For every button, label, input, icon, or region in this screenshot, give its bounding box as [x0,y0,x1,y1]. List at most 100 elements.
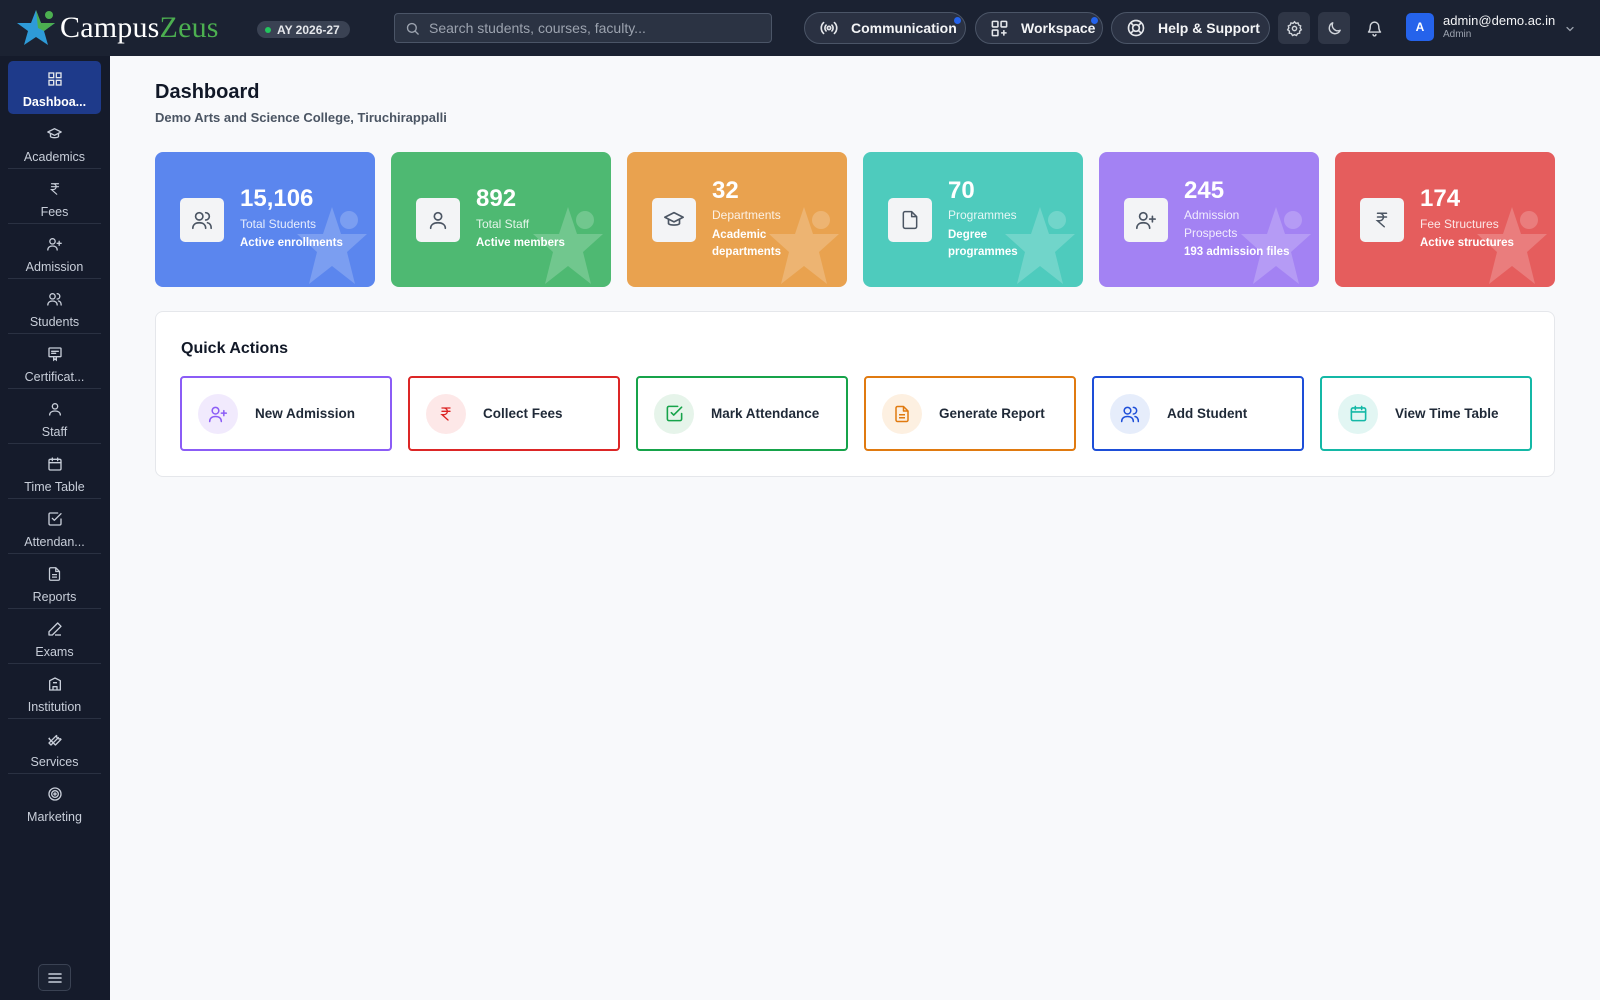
pen-icon [47,620,63,638]
dashboard-icon [47,70,63,88]
rupee-icon [1360,198,1404,242]
workspace-label: Workspace [1021,20,1096,36]
user-icon [416,198,460,242]
help-support-label: Help & Support [1158,20,1260,36]
sidebar-item-exams[interactable]: Exams [8,611,101,664]
building-icon [47,675,63,693]
sidebar-item-label: Fees [40,205,69,219]
rupee-icon [426,393,466,434]
search-icon [406,22,419,35]
sidebar-item-label: Reports [32,590,77,604]
logo-text-zeus: Zeus [159,11,219,44]
logo-star-icon [17,10,55,45]
calendar-icon [47,455,63,473]
user-icon [47,400,63,418]
logo-watermark-icon [533,207,603,284]
sidebar-item-fees[interactable]: Fees [8,171,101,224]
stat-card-programmes[interactable]: 70 Programmes Degree programmes [863,152,1083,287]
sidebar-item-label: Academics [23,150,86,164]
wrench-icon [47,730,63,748]
search-box [394,13,772,43]
stat-card-departments[interactable]: 32 Departments Academic departments [627,152,847,287]
communication-button[interactable]: Communication [804,12,966,44]
user-info: admin@demo.ac.in Admin [1443,14,1555,40]
user-role: Admin [1443,29,1472,40]
view-time-table-button[interactable]: View Time Table [1320,376,1532,451]
sidebar-item-attendance[interactable]: Attendan... [8,501,101,554]
sidebar-item-services[interactable]: Services [8,721,101,774]
logo-watermark-icon [1241,207,1311,284]
sidebar-item-institution[interactable]: Institution [8,666,101,719]
sidebar-item-academics[interactable]: Academics [8,116,101,169]
notification-dot [1091,17,1098,24]
quick-action-label: Add Student [1167,406,1248,421]
notifications-button[interactable] [1358,12,1390,44]
user-plus-icon [46,235,63,253]
add-student-button[interactable]: Add Student [1092,376,1304,451]
sidebar-item-label: Staff [41,425,68,439]
sidebar-item-label: Exams [35,645,74,659]
check-square-icon [47,510,63,528]
sidebar-item-label: Certificat... [24,370,85,384]
top-bar: CampusZeus AY 2026-27 Communication Work… [0,0,1600,56]
user-email: admin@demo.ac.in [1443,13,1556,28]
settings-button[interactable] [1278,12,1310,44]
users-icon [1110,393,1150,434]
stat-card-admission-prospects[interactable]: 245 Admission Prospects 193 admission fi… [1099,152,1319,287]
chevron-down-icon [1566,26,1574,32]
academic-year-label: AY 2026-27 [277,22,340,37]
collect-fees-button[interactable]: Collect Fees [408,376,620,451]
grid-plus-icon [990,19,1009,38]
logo-text-campus: Campus [60,11,160,44]
file-icon [888,198,932,242]
theme-toggle-button[interactable] [1318,12,1350,44]
sidebar-item-time-table[interactable]: Time Table [8,446,101,499]
stat-card-staff[interactable]: 892 Total Staff Active members [391,152,611,287]
avatar: A [1406,13,1434,41]
stat-card-students[interactable]: 15,106 Total Students Active enrollments [155,152,375,287]
logo-watermark-icon [1005,207,1075,284]
sidebar-item-label: Attendan... [24,535,85,549]
lifebuoy-icon [1126,18,1146,38]
user-plus-icon [198,393,238,434]
quick-action-label: Generate Report [939,406,1045,421]
academic-year-badge[interactable]: AY 2026-27 [257,21,350,38]
sidebar-item-staff[interactable]: Staff [8,391,101,444]
workspace-button[interactable]: Workspace [975,12,1103,44]
sidebar-item-label: Institution [27,700,82,714]
logo-watermark-icon [1477,207,1547,284]
logo[interactable]: CampusZeus [16,8,219,48]
user-menu[interactable]: A admin@demo.ac.in Admin [1406,13,1574,41]
sidebar-item-certificates[interactable]: Certificat... [8,336,101,389]
moon-icon [1328,21,1341,34]
graduation-cap-icon [46,125,63,143]
logo-watermark-icon [297,207,367,284]
mark-attendance-button[interactable]: Mark Attendance [636,376,848,451]
user-plus-icon [1124,198,1168,242]
sidebar-item-admission[interactable]: Admission [8,226,101,279]
help-support-button[interactable]: Help & Support [1111,12,1270,44]
page-title: Dashboard [155,81,260,103]
stat-value: 70 [948,176,975,204]
menu-icon [47,972,62,983]
sidebar-item-label: Marketing [27,810,82,824]
search-input[interactable] [429,20,749,36]
sidebar-collapse-button[interactable] [38,964,71,991]
quick-action-label: View Time Table [1395,406,1499,421]
rupee-icon [48,180,62,198]
sidebar-item-label: Services [30,755,79,769]
logo-watermark-icon [769,207,839,284]
sidebar-item-marketing[interactable]: Marketing [8,776,101,829]
generate-report-button[interactable]: Generate Report [864,376,1076,451]
page-subtitle: Demo Arts and Science College, Tiruchira… [155,110,447,125]
graduation-cap-icon [652,198,696,242]
file-text-icon [47,565,62,583]
calendar-icon [1338,393,1378,434]
stat-card-fee-structures[interactable]: 174 Fee Structures Active structures [1335,152,1555,287]
new-admission-button[interactable]: New Admission [180,376,392,451]
status-dot [265,26,271,33]
sidebar-item-label: Dashboa... [22,95,87,109]
sidebar-item-reports[interactable]: Reports [8,556,101,609]
sidebar-item-students[interactable]: Students [8,281,101,334]
sidebar-item-dashboard[interactable]: Dashboa... [8,61,101,114]
